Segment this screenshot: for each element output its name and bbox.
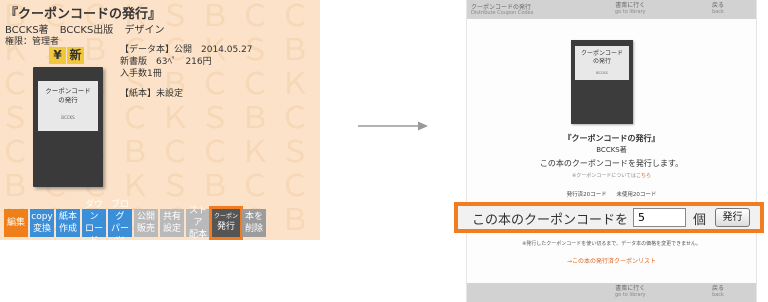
page: ＢＣＣＫＳＢＣＣＫＳＢＣＣＫＳＢＣＣＫＳＢＣＣＫＳＢＣＣＫＳＢＣＣＫＳＢＣＣＫＳ… [0, 0, 768, 302]
rights-label: 権限：管理者 [5, 37, 60, 47]
data-book-status: 【データ本】公開 2014.05.27 [120, 45, 253, 55]
go-to-library-en: go to library [615, 292, 646, 298]
edition-price: 新書版 63ﾍﾟ 216円 [120, 57, 212, 67]
copy-convert-button[interactable]: copy 変換 [30, 209, 54, 237]
book-cover-label: クーポンコード の発行 BCCKS [575, 46, 629, 80]
back-en: back [712, 292, 724, 298]
publish-sell-button[interactable]: 公開 販売 [134, 209, 158, 237]
unused-count: 未使用20コード [616, 192, 657, 198]
cover-title-line1: クーポンコード [580, 50, 623, 57]
book-detail-panel: ＢＣＣＫＳＢＣＣＫＳＢＣＣＫＳＢＣＣＫＳＢＣＣＫＳＢＣＣＫＳＢＣＣＫＳＢＣＣＫＳ… [0, 0, 320, 240]
back-label: 戻る [712, 285, 725, 292]
coupon-issue-button[interactable]: クーポン 発行 [209, 206, 243, 240]
book-cover: クーポンコード の発行 BCCKS [571, 40, 633, 124]
issued-count: 発行済20コード [566, 192, 607, 198]
warning-text: ※発行したクーポンコードを使い切るまで、データ本の価格を変更できません。 [522, 241, 701, 247]
new-badge: 新 [67, 47, 84, 64]
cover-title-line2: の発行 [592, 58, 611, 65]
go-to-library-link-footer[interactable]: 書斎に行く go to library [615, 285, 646, 299]
coupon-issue-small-label: クーポン [213, 213, 238, 220]
cover-author: BCCKS [61, 115, 75, 120]
issue-button[interactable]: 発行 [715, 208, 750, 227]
issue-label: この本のクーポンコードを [472, 213, 629, 228]
price-badge: ¥ [49, 47, 66, 64]
book-cover-label: クーポンコード の発行 BCCKS [38, 81, 98, 131]
arrow-right-icon [358, 121, 428, 131]
book-toolbar: 編集 copy 変換 紙本 作成 ダウン ロード ブログ パーツ 公開 販売 共… [4, 200, 266, 240]
header-bar: クーポンコードの発行 Distribute Coupon Codes 書斎に行く… [467, 0, 756, 19]
design-link[interactable]: デザイン [125, 25, 165, 36]
book-title: 『クーポンコードの発行』 [563, 134, 660, 143]
edit-button[interactable]: 編集 [4, 209, 28, 237]
paper-book-create-button[interactable]: 紙本 作成 [56, 209, 80, 237]
issued-coupon-list-link[interactable]: →この本の発行済クーポンリスト [467, 256, 756, 265]
badges: ¥ 新 [49, 47, 84, 64]
go-to-library-link[interactable]: 書斎に行く go to library [615, 2, 646, 16]
coupon-help-link[interactable]: こちら [636, 173, 651, 179]
publisher-link[interactable]: BCCKS出版 [60, 25, 114, 36]
coupon-quantity-input[interactable]: 5 [633, 208, 686, 227]
purchase-count: 入手数1冊 [120, 69, 162, 79]
go-to-library-label: 書斎に行く [615, 285, 646, 292]
back-label: 戻る [712, 2, 725, 9]
coupon-issue-form: この本のクーポンコードを 5 個 発行 [454, 202, 764, 233]
book-info: 【データ本】公開 2014.05.27 新書版 63ﾍﾟ 216円 入手数1冊 … [120, 44, 253, 100]
book-cover[interactable]: クーポンコード の発行 BCCKS [33, 67, 103, 187]
share-settings-button[interactable]: 共有 設定 [160, 209, 184, 237]
delete-book-button[interactable]: 本を 削除 [242, 209, 266, 237]
header-subtitle: Distribute Coupon Codes [471, 10, 534, 16]
coupon-note-text: ※クーポンコードについては [572, 173, 636, 179]
cover-author: BCCKS [596, 71, 608, 75]
go-to-library-en: go to library [615, 9, 646, 15]
coupon-counts: 発行済20コード 未使用20コード [467, 190, 756, 198]
back-en: back [712, 9, 724, 15]
coupon-note: ※クーポンコードについてはこちら [467, 172, 756, 179]
description: この本のクーポンコードを発行します。 [539, 159, 684, 168]
go-to-library-label: 書斎に行く [615, 2, 646, 9]
footer-bar: 書斎に行く go to library 戻る back [467, 283, 756, 302]
cover-title-line2: の発行 [58, 96, 78, 104]
blog-parts-button[interactable]: ブログ パーツ [108, 200, 132, 240]
book-author: BCCKS著 [596, 146, 627, 154]
paper-book-status: 【紙本】未設定 [120, 89, 184, 99]
coupon-issue-label: 発行 [216, 222, 235, 232]
cover-title-line1: クーポンコード [45, 87, 91, 95]
quantity-unit: 個 [693, 213, 707, 228]
back-link[interactable]: 戻る back [712, 2, 724, 16]
back-link-footer[interactable]: 戻る back [712, 285, 724, 299]
coupon-issue-panel: クーポンコードの発行 Distribute Coupon Codes 書斎に行く… [466, 0, 757, 302]
download-button[interactable]: ダウン ロード [82, 200, 106, 240]
store-distribution-button[interactable]: ストア 配本 [186, 206, 210, 240]
book-title: 『クーポンコードの発行』 [5, 7, 162, 22]
